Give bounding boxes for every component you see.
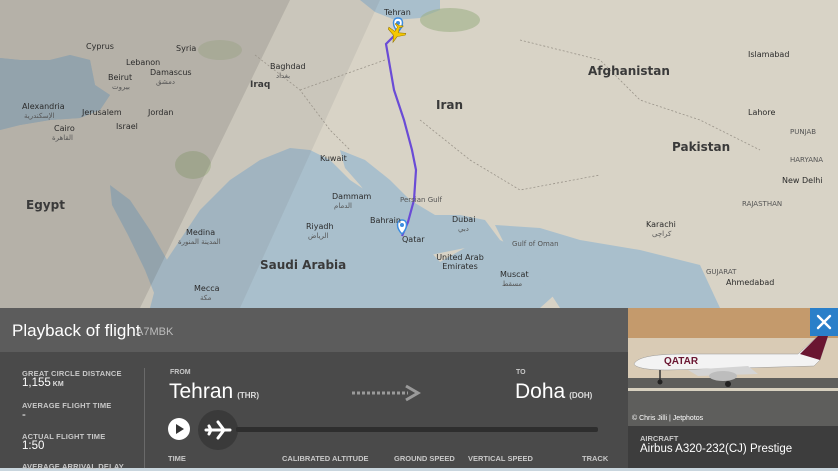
- livery-text: QATAR: [664, 356, 699, 367]
- label-ahmedabad: Ahmedabad: [726, 278, 775, 287]
- flight-registration: A7MBK: [136, 326, 174, 338]
- label-damascus: Damascus: [150, 68, 192, 77]
- aircraft-type: Airbus A320-232(CJ) Prestige: [640, 443, 793, 455]
- label-beirut-ar: بيروت: [112, 83, 130, 91]
- plane-icon: [204, 420, 232, 440]
- label-karachi: Karachi: [646, 220, 676, 229]
- actual-flight-time-value: 1:50: [22, 440, 45, 452]
- label-jerusalem: Jerusalem: [82, 108, 122, 117]
- label-saudi-arabia: Saudi Arabia: [260, 258, 347, 272]
- photo-credit[interactable]: © Chris Jilli | Jetphotos: [632, 415, 703, 422]
- label-new-delhi: New Delhi: [782, 176, 823, 185]
- label-dammam-ar: الدمام: [334, 202, 352, 210]
- label-syria: Syria: [176, 44, 197, 53]
- label-iran: Iran: [436, 98, 464, 112]
- avg-flight-time-label: AVERAGE FLIGHT TIME: [22, 401, 112, 410]
- aircraft-photo[interactable]: QATAR: [628, 308, 838, 426]
- panel-header: Playback of flight A7MBK: [0, 308, 628, 352]
- label-baghdad-ar: بغداد: [276, 72, 291, 80]
- label-baghdad: Baghdad: [270, 62, 306, 71]
- label-mecca-ar: مكة: [200, 294, 212, 302]
- label-uae: United Arab Emirates: [436, 253, 484, 271]
- label-karachi-ar: کراچی: [652, 230, 672, 238]
- label-dammam: Dammam: [332, 192, 372, 201]
- aircraft-photo-image: QATAR: [628, 308, 838, 426]
- label-haryana: HARYANA: [790, 156, 824, 164]
- label-lahore: Lahore: [748, 108, 776, 117]
- from-airport: Tehran (THR): [169, 380, 259, 403]
- label-afghanistan: Afghanistan: [588, 64, 670, 78]
- label-jordan: Jordan: [148, 108, 174, 117]
- label-rajasthan: RAJASTHAN: [742, 200, 783, 208]
- label-pakistan: Pakistan: [672, 140, 731, 154]
- label-lebanon: Lebanon: [126, 58, 161, 67]
- label-bahrain: Bahrain: [370, 216, 401, 225]
- label-gulf-of-oman: Gulf of Oman: [512, 240, 559, 248]
- col-track: TRACK: [582, 454, 609, 463]
- map-canvas[interactable]: [0, 0, 838, 308]
- col-vertical-speed: VERTICAL SPEED: [468, 454, 533, 463]
- avg-arrival-delay-label: AVERAGE ARRIVAL DELAY: [22, 462, 124, 471]
- avg-flight-time-value: -: [22, 409, 26, 421]
- from-label: FROM: [170, 369, 191, 376]
- label-gujarat: GUJARAT: [706, 268, 737, 276]
- label-punjab: PUNJAB: [790, 128, 817, 136]
- aircraft-label: AIRCRAFT: [640, 434, 679, 443]
- label-beirut: Beirut: [108, 73, 133, 82]
- label-riyadh: Riyadh: [306, 222, 334, 231]
- label-cairo-ar: القاهرة: [52, 134, 73, 142]
- gc-distance-value: 1,155 KM: [22, 377, 64, 389]
- label-israel: Israel: [116, 122, 138, 131]
- play-button[interactable]: [168, 418, 190, 440]
- col-calibrated-altitude: CALIBRATED ALTITUDE: [282, 454, 369, 463]
- to-airport: Doha (DOH): [515, 380, 593, 403]
- label-alexandria: Alexandria: [22, 102, 65, 111]
- label-kuwait: Kuwait: [320, 154, 347, 163]
- flight-map[interactable]: Cyprus Syria Lebanon Beirut بيروت Damasc…: [0, 0, 838, 308]
- label-dubai: Dubai: [452, 215, 476, 224]
- close-button[interactable]: [810, 308, 838, 336]
- label-qatar: Qatar: [402, 235, 425, 244]
- close-icon: [816, 314, 832, 330]
- panel-divider: [144, 368, 145, 468]
- panel-title: Playback of flight: [12, 321, 141, 340]
- label-dubai-ar: دبي: [458, 225, 469, 233]
- to-label: TO: [516, 369, 526, 376]
- playback-scrubber-handle[interactable]: [198, 410, 238, 450]
- label-medina-ar: المدينة المنورة: [178, 238, 221, 246]
- playback-timeline[interactable]: [236, 427, 598, 432]
- label-iraq: Iraq: [250, 80, 271, 90]
- label-persian-gulf: Persian Gulf: [400, 196, 442, 204]
- label-islamabad: Islamabad: [748, 50, 790, 59]
- label-muscat-ar: مسقط: [502, 280, 523, 288]
- route-arrow-icon: [352, 384, 421, 402]
- label-riyadh-ar: الرياض: [308, 232, 329, 240]
- label-cairo: Cairo: [54, 124, 75, 133]
- col-time: TIME: [168, 454, 186, 463]
- label-mecca: Mecca: [194, 284, 220, 293]
- col-ground-speed: GROUND SPEED: [394, 454, 455, 463]
- label-alexandria-ar: الإسكندرية: [24, 112, 55, 120]
- label-egypt: Egypt: [26, 198, 65, 212]
- label-tehran: Tehran: [384, 8, 411, 17]
- label-muscat: Muscat: [500, 270, 529, 279]
- label-damascus-ar: دمشق: [156, 78, 175, 86]
- label-cyprus: Cyprus: [86, 42, 114, 51]
- label-medina: Medina: [186, 228, 216, 237]
